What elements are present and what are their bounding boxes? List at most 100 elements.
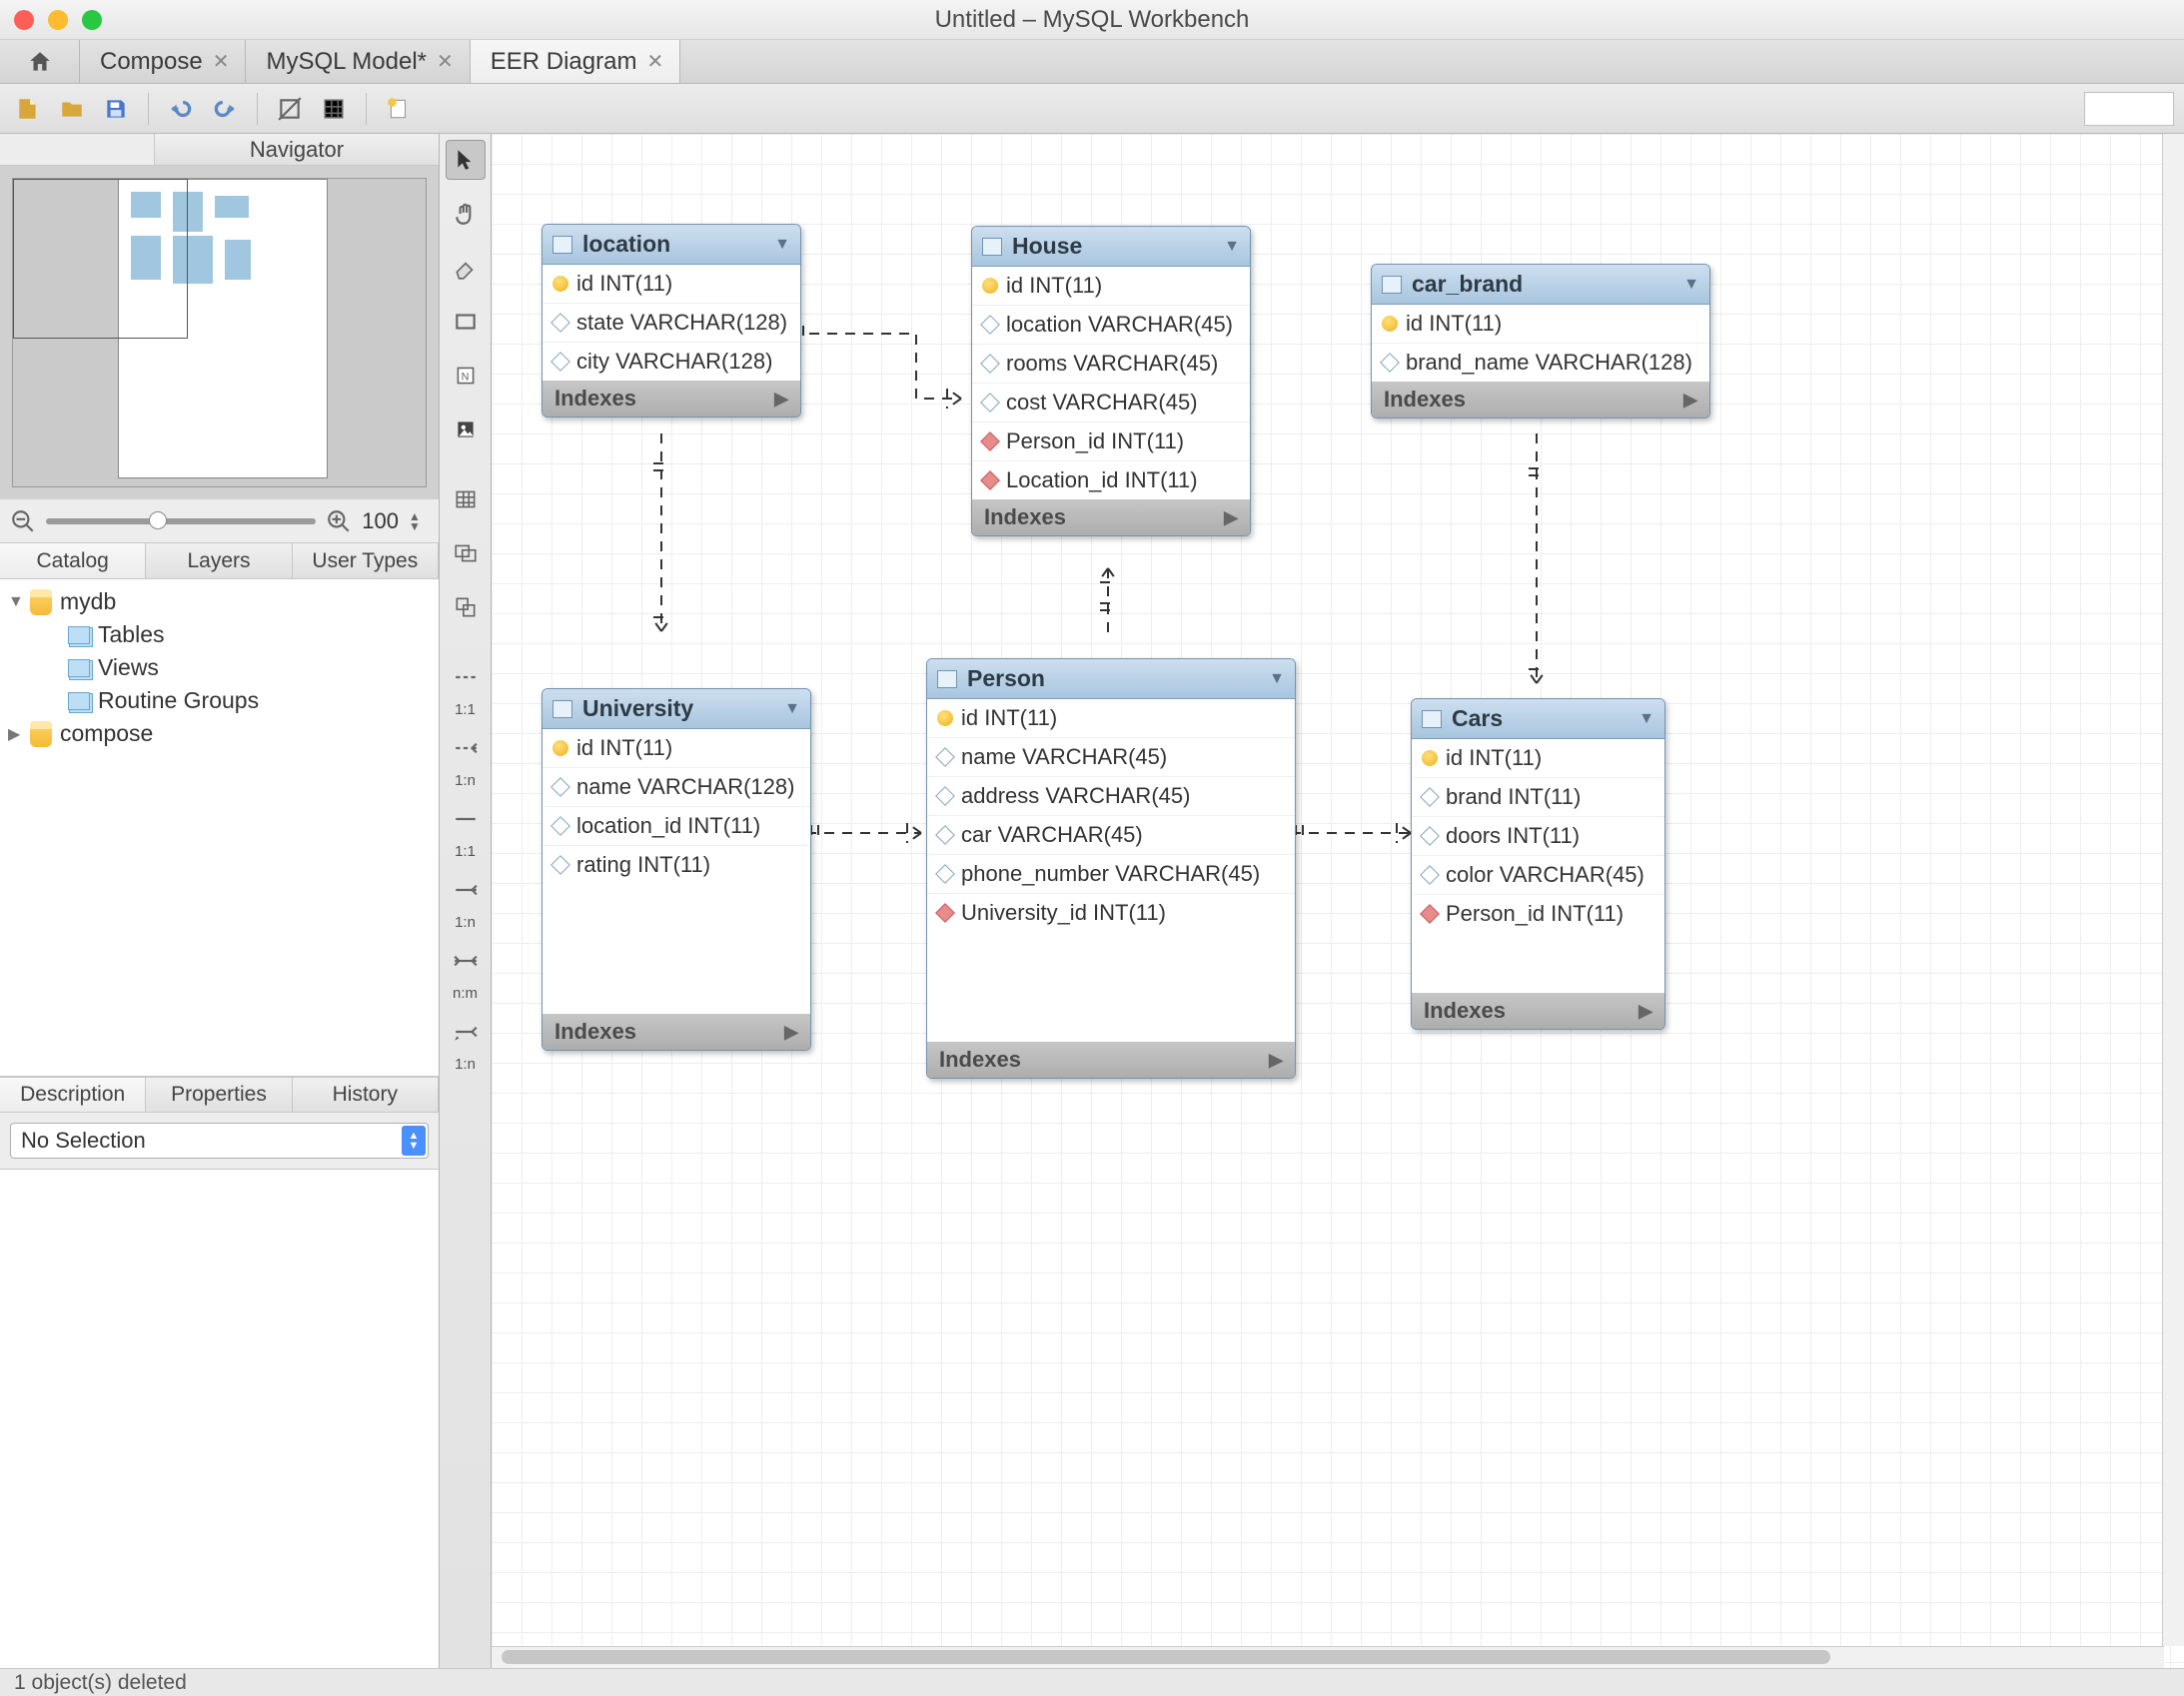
- tree-item-views[interactable]: Views: [8, 651, 431, 684]
- new-table-tool[interactable]: [446, 479, 486, 519]
- indexes-section[interactable]: Indexes▶: [1372, 382, 1709, 418]
- hand-tool[interactable]: [446, 194, 486, 234]
- eraser-tool[interactable]: [446, 248, 486, 288]
- close-icon[interactable]: ✕: [646, 49, 663, 74]
- column-icon: [980, 315, 1000, 335]
- toggle-grid-button[interactable]: [316, 91, 352, 127]
- titlebar: Untitled – MySQL Workbench: [0, 0, 2184, 40]
- undo-button[interactable]: [163, 91, 199, 127]
- pointer-tool[interactable]: [446, 140, 486, 180]
- home-tab[interactable]: [0, 40, 80, 83]
- indexes-section[interactable]: Indexes▶: [972, 499, 1250, 535]
- column-text: University_id INT(11): [961, 900, 1166, 926]
- collapse-icon[interactable]: ▼: [1638, 710, 1654, 728]
- zoom-stepper[interactable]: ▲▼: [409, 511, 429, 531]
- entity-name: Cars: [1452, 705, 1629, 732]
- note-tool[interactable]: N: [446, 356, 486, 396]
- expand-icon: ▶: [1224, 507, 1238, 528]
- collapse-icon[interactable]: ▼: [1269, 670, 1285, 688]
- minimize-window-button[interactable]: [48, 10, 68, 30]
- collapse-icon[interactable]: ▼: [784, 700, 800, 718]
- column-icon: [1380, 353, 1400, 373]
- note-icon: N: [453, 363, 479, 389]
- new-routine-group-tool[interactable]: [446, 587, 486, 627]
- column-icon: [935, 786, 955, 806]
- relation-1-n-id-tool[interactable]: [446, 870, 486, 910]
- catalog-tree[interactable]: ▼ mydb Tables Views Routine Groups ▶ com…: [0, 579, 439, 1077]
- column-icon: [980, 393, 1000, 413]
- relation-1-1-nonid-tool[interactable]: [446, 657, 486, 697]
- expand-icon: ▶: [784, 1022, 798, 1043]
- close-icon[interactable]: ✕: [437, 49, 454, 74]
- zoom-slider[interactable]: [46, 518, 316, 524]
- diagram-minimap[interactable]: [12, 178, 427, 487]
- image-tool[interactable]: [446, 410, 486, 449]
- save-button[interactable]: [98, 91, 134, 127]
- tree-item-tables[interactable]: Tables: [8, 618, 431, 651]
- tab-compose[interactable]: Compose ✕: [80, 40, 246, 83]
- column-text: color VARCHAR(45): [1446, 862, 1644, 888]
- column-text: address VARCHAR(45): [961, 783, 1190, 809]
- description-tab[interactable]: Description: [0, 1078, 146, 1112]
- navigator-sidebar: Navigator 100 ▲▼ Catalog: [0, 134, 440, 1668]
- relation-1-n-nonid-tool[interactable]: [446, 728, 486, 768]
- entity-cars[interactable]: Cars▼ id INT(11) brand INT(11) doors INT…: [1411, 698, 1665, 1030]
- toolbar-search-input[interactable]: [2084, 92, 2174, 126]
- zoom-window-button[interactable]: [82, 10, 102, 30]
- column-icon: [1420, 826, 1440, 846]
- fk-icon: [935, 903, 955, 923]
- minimap-viewport[interactable]: [13, 179, 188, 339]
- disclosure-triangle-icon[interactable]: ▼: [8, 593, 22, 611]
- collapse-icon[interactable]: ▼: [1683, 276, 1699, 294]
- eer-diagram-canvas[interactable]: location▼ id INT(11) state VARCHAR(128) …: [492, 134, 2184, 1668]
- toggle-grid-align-button[interactable]: [272, 91, 308, 127]
- relation-icon: [453, 664, 479, 690]
- indexes-section[interactable]: Indexes▶: [1412, 993, 1664, 1029]
- entity-university[interactable]: University▼ id INT(11) name VARCHAR(128)…: [542, 688, 811, 1051]
- catalog-tab[interactable]: Catalog: [0, 543, 146, 578]
- fk-icon: [980, 431, 1000, 451]
- close-window-button[interactable]: [14, 10, 34, 30]
- horizontal-scrollbar[interactable]: [492, 1646, 2164, 1668]
- indexes-section[interactable]: Indexes▶: [543, 381, 800, 417]
- new-model-button[interactable]: [381, 91, 417, 127]
- collapse-icon[interactable]: ▼: [1224, 238, 1240, 256]
- vertical-scrollbar[interactable]: [2162, 134, 2184, 1646]
- entity-car-brand[interactable]: car_brand▼ id INT(11) brand_name VARCHAR…: [1371, 264, 1710, 419]
- redo-button[interactable]: [207, 91, 243, 127]
- entity-location[interactable]: location▼ id INT(11) state VARCHAR(128) …: [542, 224, 801, 418]
- relation-label: 1:1: [455, 701, 476, 718]
- entity-person[interactable]: Person▼ id INT(11) name VARCHAR(45) addr…: [926, 658, 1296, 1079]
- disclosure-triangle-icon[interactable]: ▶: [8, 724, 22, 744]
- column-text: city VARCHAR(128): [576, 349, 772, 375]
- entity-house[interactable]: House▼ id INT(11) location VARCHAR(45) r…: [971, 226, 1251, 536]
- relation-1-1-id-tool[interactable]: [446, 799, 486, 839]
- expand-icon: ▶: [774, 389, 788, 410]
- properties-tab[interactable]: Properties: [146, 1078, 292, 1112]
- zoom-in-icon[interactable]: [326, 508, 352, 534]
- layers-tab[interactable]: Layers: [146, 543, 292, 578]
- tab-eer-diagram[interactable]: EER Diagram ✕: [471, 40, 680, 83]
- indexes-section[interactable]: Indexes▶: [927, 1042, 1295, 1078]
- collapse-icon[interactable]: ▼: [774, 236, 790, 254]
- relation-1-n-place-tool[interactable]: [446, 1012, 486, 1052]
- column-icon: [980, 354, 1000, 374]
- tree-item-compose[interactable]: ▶ compose: [8, 717, 431, 750]
- new-file-button[interactable]: [10, 91, 46, 127]
- tree-item-routine-groups[interactable]: Routine Groups: [8, 684, 431, 717]
- zoom-out-icon[interactable]: [10, 508, 36, 534]
- open-file-button[interactable]: [54, 91, 90, 127]
- history-tab[interactable]: History: [293, 1078, 439, 1112]
- user-types-tab[interactable]: User Types: [293, 543, 439, 578]
- indexes-section[interactable]: Indexes▶: [543, 1014, 810, 1050]
- tab-mysql-model[interactable]: MySQL Model* ✕: [246, 40, 470, 83]
- layer-tool[interactable]: [446, 302, 486, 342]
- description-textarea[interactable]: [0, 1169, 439, 1668]
- grid-icon: [321, 96, 347, 122]
- selection-dropdown[interactable]: No Selection ▲▼: [10, 1123, 429, 1159]
- close-icon[interactable]: ✕: [213, 49, 230, 74]
- relation-n-m-tool[interactable]: [446, 941, 486, 981]
- database-icon: [30, 721, 52, 747]
- new-view-tool[interactable]: [446, 533, 486, 573]
- tree-item-mydb[interactable]: ▼ mydb: [8, 585, 431, 618]
